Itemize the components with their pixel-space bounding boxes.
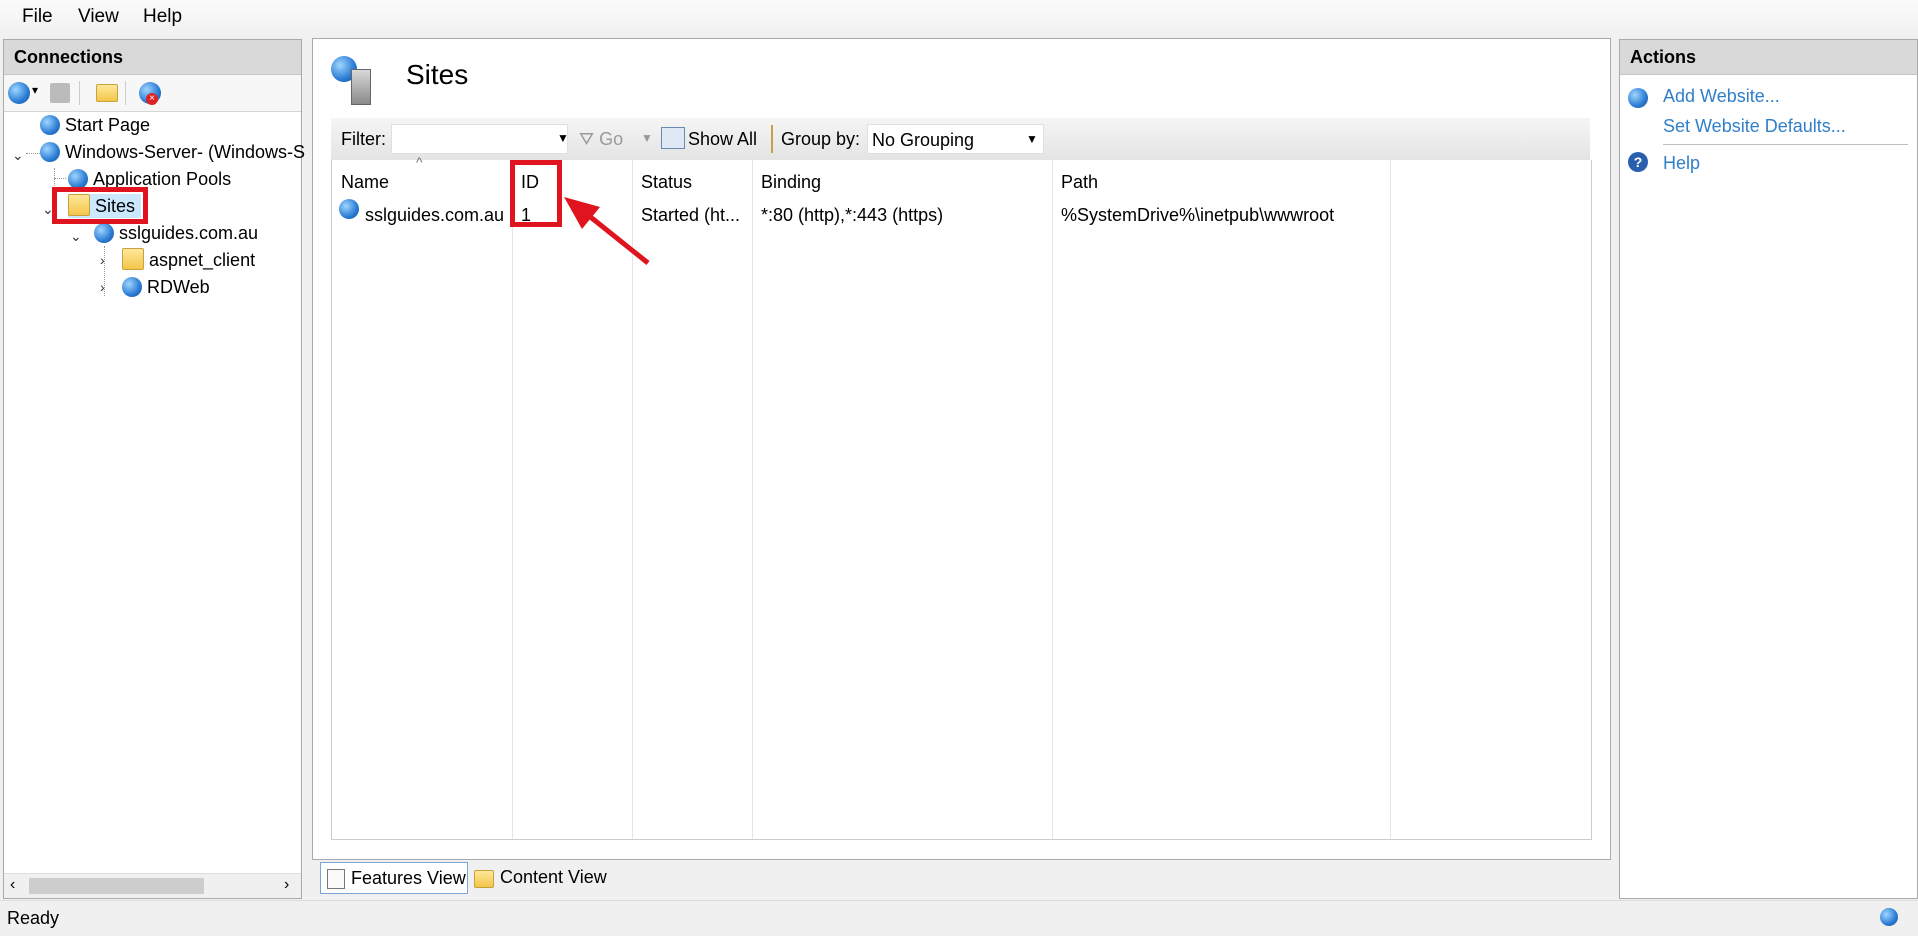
filter-input[interactable] xyxy=(391,124,568,154)
go-button[interactable]: ⛛ Go xyxy=(579,129,623,150)
show-all-button[interactable]: Show All xyxy=(688,129,757,150)
disconnect-x-icon: × xyxy=(146,93,158,105)
menu-file[interactable]: File xyxy=(22,6,53,28)
page-title: Sites xyxy=(406,59,469,90)
start-page-icon xyxy=(40,115,60,135)
chevron-down-icon: ▼ xyxy=(1026,132,1038,146)
menu-view[interactable]: View xyxy=(78,6,119,28)
filter-bar: Filter: ▼ ⛛ Go ▼ Show All Group by: No G… xyxy=(331,118,1590,162)
sort-ascending-icon: ^ xyxy=(416,154,423,170)
help-icon: ? xyxy=(1628,152,1648,172)
up-folder-icon[interactable] xyxy=(96,84,118,102)
tab-content-view[interactable]: Content View xyxy=(472,862,622,892)
tab-label: Features View xyxy=(351,868,466,888)
expand-chevron-icon[interactable]: › xyxy=(100,280,112,294)
tab-label: Content View xyxy=(500,867,607,887)
toolbar-divider xyxy=(125,81,126,105)
connect-globe-icon[interactable] xyxy=(8,82,30,104)
tree-start-page[interactable]: Start Page xyxy=(40,113,150,137)
toolbar-divider xyxy=(79,81,80,105)
collapse-chevron-icon[interactable]: ⌄ xyxy=(70,229,82,243)
column-header-path[interactable]: Path xyxy=(1061,172,1098,193)
view-tabs: Features View Content View xyxy=(312,862,1609,895)
save-icon[interactable] xyxy=(50,83,70,103)
add-website-icon xyxy=(1628,88,1648,108)
sites-table: ^ Name ID Status Binding Path sslguides.… xyxy=(331,154,1592,840)
column-header-binding[interactable]: Binding xyxy=(761,172,821,193)
server-status-icon xyxy=(1880,908,1898,926)
group-by-value: No Grouping xyxy=(872,130,975,150)
features-view-icon xyxy=(327,869,345,889)
tree-label: aspnet_client xyxy=(149,250,256,270)
tree-label: Windows-Server- (Windows-S xyxy=(65,142,306,162)
content-view-icon xyxy=(474,870,494,888)
cell-status: Started (ht... xyxy=(641,205,741,225)
status-bar: Ready xyxy=(0,900,1918,936)
toolbar-divider xyxy=(771,125,773,153)
scroll-right-icon[interactable]: › xyxy=(284,876,289,894)
menu-help[interactable]: Help xyxy=(143,6,182,28)
column-header-name[interactable]: Name xyxy=(341,172,389,193)
tree-label: sslguides.com.au xyxy=(119,223,259,243)
tree-label: Start Page xyxy=(65,115,151,135)
collapse-chevron-icon[interactable]: ⌄ xyxy=(12,148,24,162)
server-tower-icon xyxy=(351,69,371,105)
go-dropdown-icon[interactable]: ▼ xyxy=(641,131,653,145)
actions-panel: Actions Add Website... Set Website Defau… xyxy=(1619,39,1918,899)
application-icon xyxy=(122,277,142,297)
site-globe-icon xyxy=(94,223,114,243)
menu-bar: File View Help xyxy=(0,0,1918,36)
folder-icon xyxy=(122,248,144,270)
tree-server[interactable]: Windows-Server- (Windows-S xyxy=(40,140,305,164)
help-link[interactable]: Help xyxy=(1663,153,1700,174)
connections-panel: Connections ▾ × Start Page ⌄ Windows-Ser… xyxy=(3,39,305,899)
tree-label: RDWeb xyxy=(147,277,210,297)
annotation-arrow-icon xyxy=(564,197,650,265)
expand-chevron-icon[interactable]: › xyxy=(100,253,112,267)
tree-label: Application Pools xyxy=(93,169,232,189)
site-globe-icon xyxy=(339,199,359,219)
actions-title: Actions xyxy=(1620,40,1917,75)
tab-features-view[interactable]: Features View xyxy=(320,862,468,894)
cell-name: sslguides.com.au xyxy=(365,205,505,225)
scroll-left-icon[interactable]: ‹ xyxy=(10,876,15,894)
tree-site-sslguides[interactable]: sslguides.com.au xyxy=(94,221,258,245)
group-by-select[interactable]: No Grouping ▼ xyxy=(867,124,1044,154)
show-all-icon xyxy=(661,127,685,149)
actions-divider xyxy=(1663,144,1908,145)
tree-aspnet-client[interactable]: aspnet_client xyxy=(122,248,255,272)
filter-label: Filter: xyxy=(341,129,386,149)
filter-dropdown-icon[interactable]: ▼ xyxy=(557,131,569,145)
annotation-box-sites xyxy=(52,187,148,224)
cell-binding: *:80 (http),*:443 (https) xyxy=(761,205,944,225)
set-website-defaults-link[interactable]: Set Website Defaults... xyxy=(1663,116,1846,137)
main-panel: Sites Filter: ▼ ⛛ Go ▼ Show All Group by… xyxy=(312,38,1611,860)
connections-title: Connections xyxy=(4,40,301,75)
funnel-icon: ⛛ xyxy=(579,129,595,149)
add-website-link[interactable]: Add Website... xyxy=(1663,86,1780,107)
horizontal-scrollbar[interactable]: ‹ › xyxy=(4,873,301,898)
go-label: Go xyxy=(599,129,624,149)
annotation-box-id xyxy=(510,160,562,227)
dropdown-arrow-icon[interactable]: ▾ xyxy=(32,83,38,97)
column-header-status[interactable]: Status xyxy=(641,172,692,193)
cell-path: %SystemDrive%\inetpub\wwwroot xyxy=(1061,205,1335,225)
server-icon xyxy=(40,142,60,162)
group-by-label: Group by: xyxy=(781,129,861,149)
connections-toolbar: ▾ × xyxy=(4,75,301,112)
tree-rdweb[interactable]: RDWeb xyxy=(122,275,210,299)
app-pools-icon xyxy=(68,169,88,189)
status-text: Ready xyxy=(7,908,60,928)
scrollbar-thumb[interactable] xyxy=(29,878,204,894)
